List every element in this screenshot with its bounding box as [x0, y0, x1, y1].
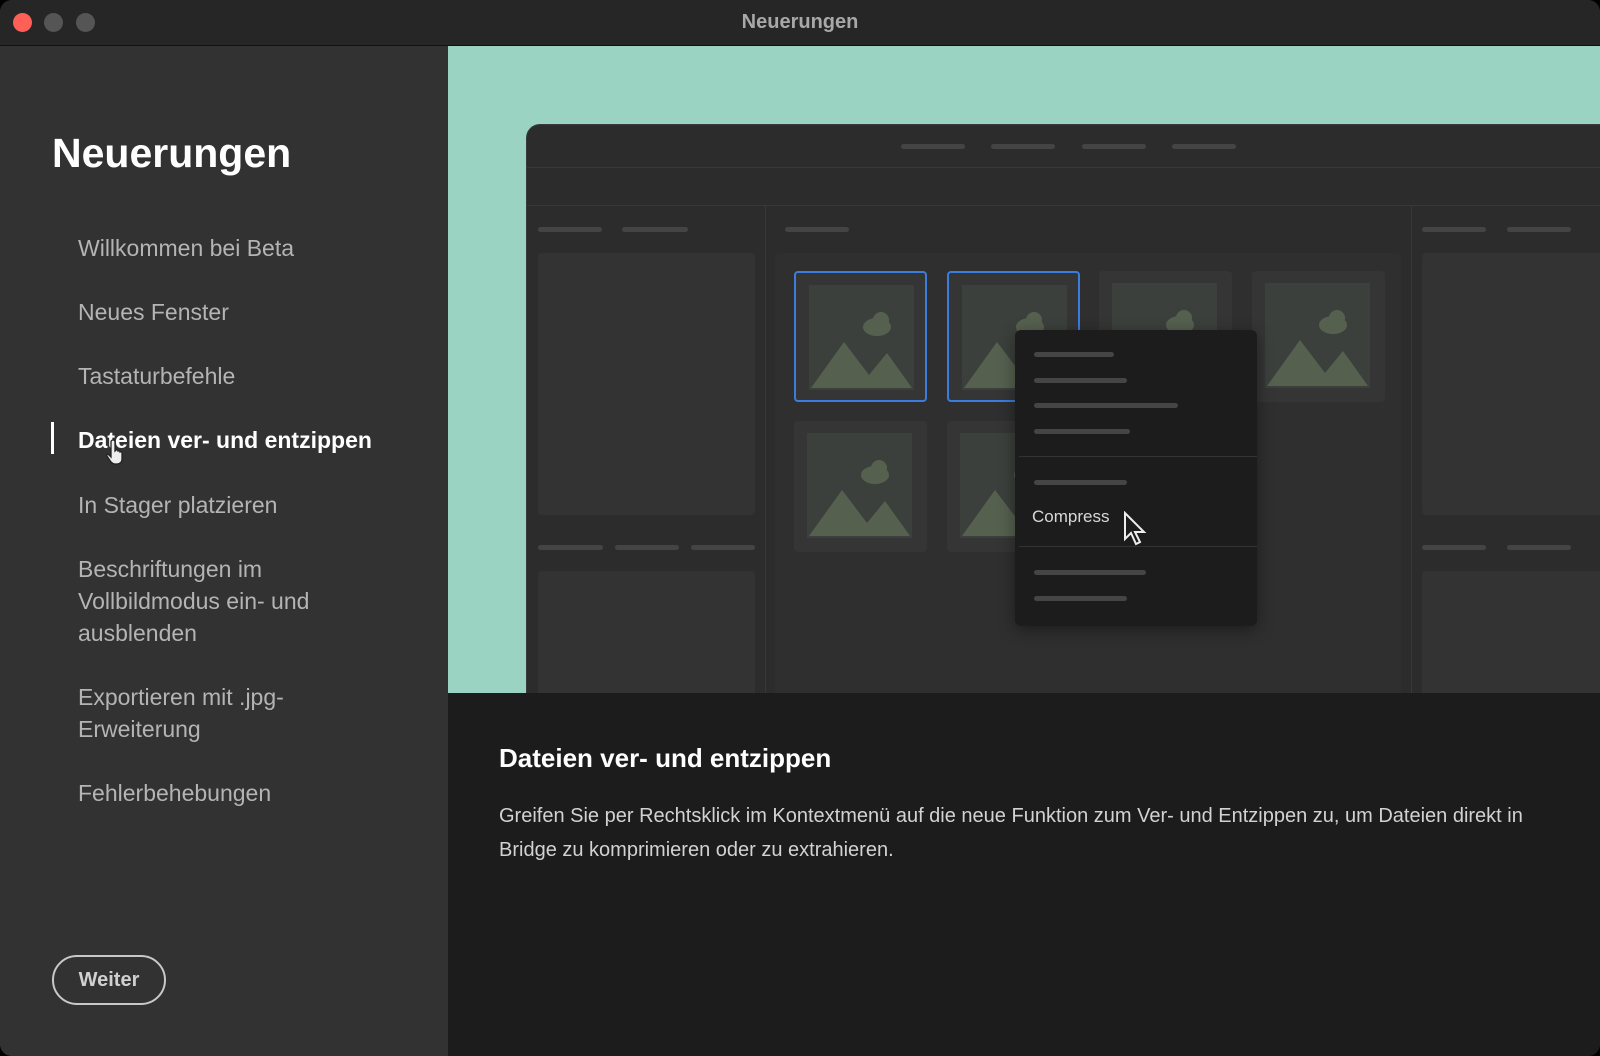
sidebar-item-welcome[interactable]: Willkommen bei Beta — [78, 232, 378, 264]
thumbnail — [794, 421, 927, 552]
whats-new-window: Neuerungen Neuerungen Willkommen bei Bet… — [0, 0, 1600, 1056]
arrow-cursor-icon — [1124, 511, 1147, 546]
active-indicator — [51, 422, 54, 454]
feature-illustration: Compress — [448, 46, 1600, 693]
title-bar: Neuerungen — [0, 0, 1600, 46]
sidebar-item-shortcuts[interactable]: Tastaturbefehle — [78, 360, 378, 392]
window-title: Neuerungen — [741, 11, 859, 33]
hand-cursor-icon — [106, 439, 123, 465]
thumbnail — [1252, 271, 1385, 402]
sidebar-item-new-window[interactable]: Neues Fenster — [78, 296, 378, 328]
feature-description: Dateien ver- und entzippen Greifen Sie p… — [448, 693, 1600, 1056]
sidebar-item-captions-fullscreen[interactable]: Beschriftungen im Vollbildmodus ein- und… — [78, 553, 338, 649]
sidebar-item-stager[interactable]: In Stager platzieren — [78, 489, 378, 521]
sidebar: Neuerungen Willkommen bei Beta Neues Fen… — [0, 46, 448, 1056]
next-button[interactable]: Weiter — [52, 955, 166, 1005]
feature-title: Dateien ver- und entzippen — [499, 743, 832, 773]
sidebar-item-export-jpg[interactable]: Exportieren mit .jpg-Erweiterung — [78, 681, 308, 745]
app-mockup: Compress — [526, 124, 1600, 693]
context-menu-item-compress: Compress — [1032, 507, 1110, 526]
thumbnail-selected — [794, 271, 927, 402]
sidebar-heading: Neuerungen — [52, 130, 292, 176]
sidebar-item-bug-fixes[interactable]: Fehlerbehebungen — [78, 777, 378, 809]
sidebar-item-zip-unzip[interactable]: Dateien ver- und entzippen — [78, 424, 438, 456]
feature-body: Greifen Sie per Rechtsklick im Kontextme… — [499, 805, 1523, 861]
context-menu: Compress — [1015, 330, 1257, 626]
